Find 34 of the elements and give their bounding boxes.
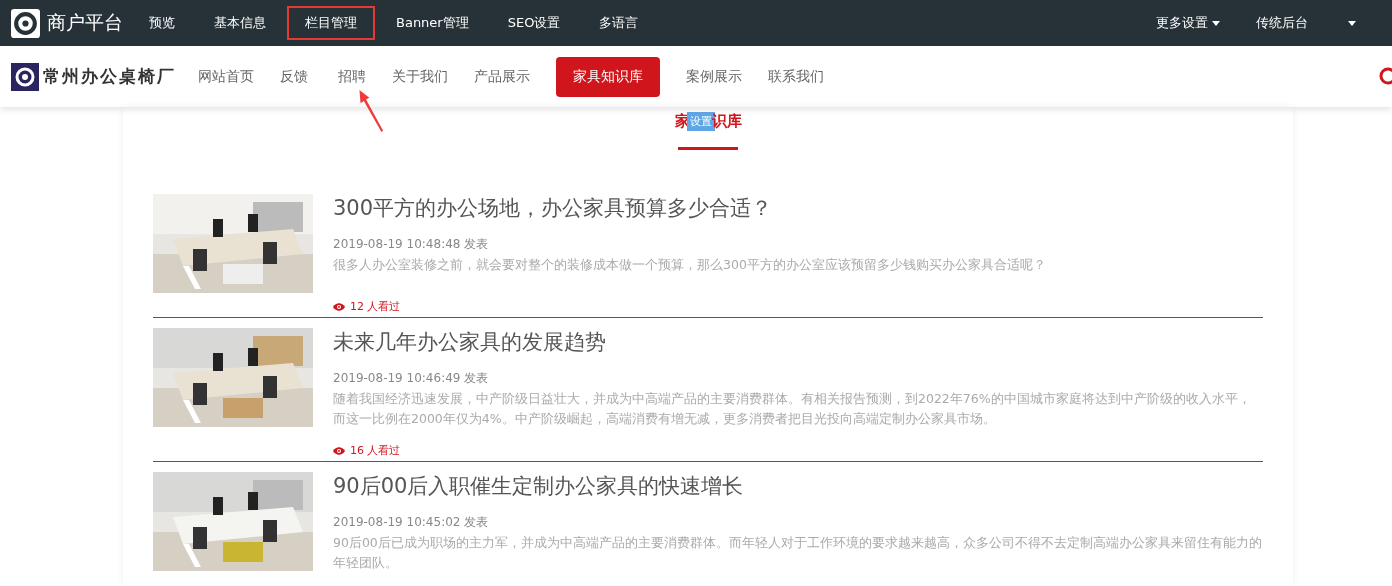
platform-logo-icon xyxy=(11,8,40,38)
admin-menu-item[interactable]: SEO设置 xyxy=(489,6,579,40)
eye-icon xyxy=(333,302,345,311)
annotation-arrow xyxy=(356,89,386,133)
article-title[interactable]: 300平方的办公场地，办公家具预算多少合适？ xyxy=(333,194,1263,222)
company-logo-icon xyxy=(11,62,39,91)
nav-link[interactable]: 招聘 xyxy=(338,57,366,96)
platform-name: 商户平台 xyxy=(47,10,123,35)
nav-link[interactable]: 产品展示 xyxy=(474,57,530,96)
admin-menu-item[interactable]: 基本信息 xyxy=(196,6,284,40)
article-summary: 90后00后已成为职场的主力军，并成为中高端产品的主要消费群体。而年轻人对于工作环境的要求越来越高，众多公司不得不去定制高端办公家具来留住有能力的年轻团队。 xyxy=(333,534,1263,572)
admin-menu-item[interactable]: 多语言 xyxy=(581,6,657,40)
nav-link[interactable]: 家具知识库 xyxy=(556,56,660,97)
nav-link[interactable]: 案例展示 xyxy=(686,57,742,96)
admin-menu-item[interactable]: Banner管理 xyxy=(378,6,487,40)
view-count: 12 人看过 xyxy=(350,299,401,314)
admin-menu-item[interactable]: 栏目管理 xyxy=(287,6,375,40)
nav-link[interactable]: 网站首页 xyxy=(198,57,254,96)
caret-icon xyxy=(1212,20,1220,26)
company-name: 常州办公桌椅厂 xyxy=(43,65,176,88)
article-title[interactable]: 90后00后入职催生定制办公家具的快速增长 xyxy=(333,472,1263,500)
article-date: 2019-08-19 10:48:48 发表 xyxy=(333,236,490,253)
nav-link[interactable]: 反馈 xyxy=(280,57,308,96)
admin-menu-item[interactable]: 传统后台 xyxy=(1256,14,1308,32)
article-date: 2019-08-19 10:45:02 发表 xyxy=(333,514,490,531)
nav-link[interactable]: 关于我们 xyxy=(392,57,448,96)
admin-menu-item[interactable]: 更多设置 xyxy=(1156,14,1220,32)
view-count: 16 人看过 xyxy=(350,443,401,458)
admin-menu-item[interactable]: 预览 xyxy=(131,6,193,40)
eye-icon xyxy=(333,446,345,455)
caret-icon xyxy=(1348,20,1356,26)
article-title[interactable]: 未来几年办公家具的发展趋势 xyxy=(333,328,1263,356)
article-date: 2019-08-19 10:46:49 发表 xyxy=(333,370,490,387)
nav-link[interactable]: 联系我们 xyxy=(768,57,824,96)
